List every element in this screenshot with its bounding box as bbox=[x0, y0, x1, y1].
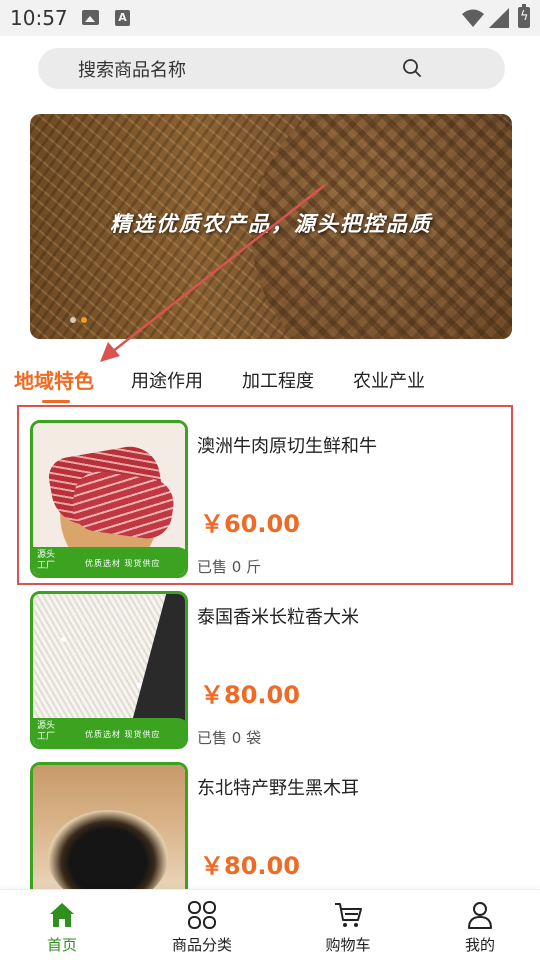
product-price: ￥80.00 bbox=[200, 681, 300, 709]
cart-icon[interactable] bbox=[333, 900, 363, 930]
bottom-navigation: 首页 商品分类 购物车 我的 bbox=[0, 889, 540, 960]
image-notification-icon bbox=[82, 10, 99, 25]
product-price: ￥80.00 bbox=[200, 852, 300, 880]
product-name[interactable]: 泰国香米长粒香大米 bbox=[197, 603, 359, 629]
tab-usage[interactable]: 用途作用 bbox=[131, 367, 203, 393]
product-thumbnail[interactable]: 源头工厂 优质选材 现货供应 bbox=[30, 591, 188, 749]
annotation-highlight-box bbox=[17, 405, 513, 585]
tab-regional-specialty[interactable]: 地域特色 bbox=[14, 365, 94, 394]
home-icon[interactable] bbox=[47, 900, 77, 930]
nav-profile-label[interactable]: 我的 bbox=[430, 934, 530, 955]
product-sold-count: 已售 0 袋 bbox=[197, 729, 262, 747]
search-icon[interactable] bbox=[402, 58, 422, 78]
tab-active-underline bbox=[42, 400, 70, 403]
tab-processing-level[interactable]: 加工程度 bbox=[242, 367, 314, 393]
nav-home-label[interactable]: 首页 bbox=[12, 934, 112, 955]
status-bar: 10:57 A ϟ bbox=[0, 0, 540, 36]
user-icon[interactable] bbox=[465, 900, 495, 930]
nav-cart[interactable]: 购物车 bbox=[298, 890, 398, 960]
search-bar[interactable]: 搜索商品名称 bbox=[38, 48, 505, 89]
status-time: 10:57 bbox=[10, 6, 68, 30]
nav-profile[interactable]: 我的 bbox=[430, 890, 530, 960]
banner-slogan: 精选优质农产品，源头把控品质 bbox=[110, 212, 432, 236]
nav-cart-label[interactable]: 购物车 bbox=[298, 934, 398, 955]
nav-home[interactable]: 首页 bbox=[12, 890, 112, 960]
nav-categories[interactable]: 商品分类 bbox=[152, 890, 252, 960]
font-notification-icon: A bbox=[115, 10, 130, 26]
tab-agriculture-industry[interactable]: 农业产业 bbox=[353, 367, 425, 393]
product-card[interactable]: 源头工厂 优质选材 现货供应 泰国香米长粒香大米 ￥80.00 已售 0 袋 bbox=[30, 591, 510, 749]
banner-indicator-dot[interactable] bbox=[70, 317, 76, 323]
thumb-label-source: 源头工厂 bbox=[37, 721, 56, 742]
banner-indicator-dot-active[interactable] bbox=[81, 317, 87, 323]
battery-charging-glyph: ϟ bbox=[520, 9, 529, 24]
thumb-label-slogan: 优质选材 现货供应 bbox=[85, 730, 161, 739]
battery-icon: ϟ bbox=[518, 4, 530, 28]
signal-icon bbox=[489, 8, 509, 28]
thumb-label-banner: 源头工厂 优质选材 现货供应 bbox=[33, 718, 185, 746]
product-name[interactable]: 东北特产野生黑木耳 bbox=[197, 774, 359, 800]
wifi-icon bbox=[462, 9, 484, 27]
grid-icon[interactable] bbox=[187, 900, 217, 930]
nav-categories-label[interactable]: 商品分类 bbox=[152, 934, 252, 955]
search-placeholder[interactable]: 搜索商品名称 bbox=[78, 56, 186, 82]
promo-banner[interactable]: 精选优质农产品，源头把控品质 bbox=[30, 114, 512, 339]
